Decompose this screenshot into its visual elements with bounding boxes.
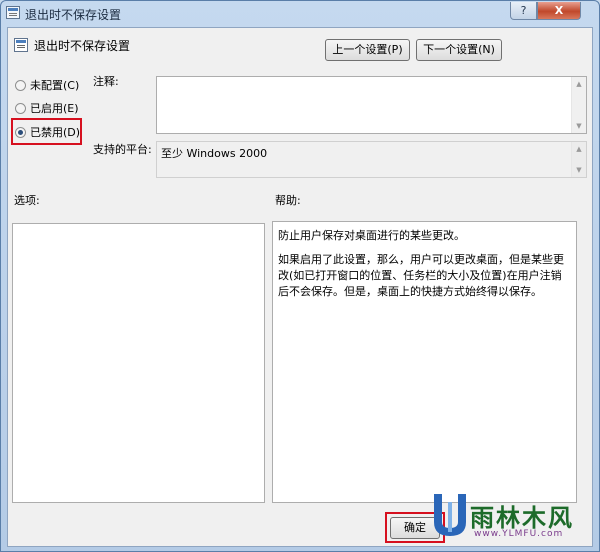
scroll-down-arrow-icon[interactable]: ▼ (572, 119, 586, 133)
comment-textarea[interactable]: ▲ ▼ (156, 76, 587, 134)
comment-scrollbar[interactable]: ▲ ▼ (571, 77, 586, 133)
scroll-down-arrow-icon[interactable]: ▼ (572, 163, 586, 177)
radio-not-configured-label: 未配置(C) (30, 79, 80, 92)
options-panel (12, 223, 265, 503)
watermark-brand: 雨林木风 (470, 504, 574, 532)
close-button[interactable]: X (537, 2, 581, 20)
radio-enabled-circle[interactable] (15, 103, 26, 114)
radio-enabled[interactable]: 已启用(E) (15, 100, 85, 116)
help-label: 帮助: (275, 194, 301, 207)
radio-not-configured-circle[interactable] (15, 80, 26, 91)
highlight-disabled-option (11, 118, 82, 145)
options-label: 选项: (14, 194, 40, 207)
scroll-up-arrow-icon[interactable]: ▲ (572, 142, 586, 156)
watermark-url: www.YLMFU.com (474, 529, 564, 539)
supported-platform-value: 至少 Windows 2000 (161, 147, 268, 160)
help-button[interactable]: ? (510, 2, 537, 20)
policy-setting-icon (6, 6, 20, 19)
scroll-up-arrow-icon[interactable]: ▲ (572, 77, 586, 91)
next-setting-button[interactable]: 下一个设置(N) (416, 39, 502, 61)
setting-name: 退出时不保存设置 (34, 39, 131, 53)
title-bar[interactable]: 退出时不保存设置 ? X (1, 1, 599, 25)
window-title: 退出时不保存设置 (25, 8, 122, 22)
comment-label: 注释: (93, 75, 119, 88)
supported-platform-label: 支持的平台: (93, 143, 152, 156)
watermark: 雨林木风 www.YLMFU.com (430, 492, 588, 544)
dialog-window: 退出时不保存设置 ? X 退出时不保存设置 上一个设置(P) 下一个设置(N) … (0, 0, 600, 552)
setting-icon (14, 38, 28, 52)
radio-not-configured[interactable]: 未配置(C) (15, 77, 85, 93)
radio-enabled-label: 已启用(E) (30, 102, 79, 115)
supported-platform-field: 至少 Windows 2000 ▲ ▼ (156, 141, 587, 178)
help-paragraph: 如果启用了此设置，那么，用户可以更改桌面，但是某些更改(如已打开窗口的位置、任务… (278, 253, 564, 298)
watermark-logo-icon (434, 494, 466, 536)
help-paragraph: 防止用户保存对桌面进行的某些更改。 (278, 229, 465, 242)
dialog-client-area: 退出时不保存设置 上一个设置(P) 下一个设置(N) 未配置(C) 已启用(E)… (7, 27, 593, 547)
platform-scrollbar[interactable]: ▲ ▼ (571, 142, 586, 177)
previous-setting-button[interactable]: 上一个设置(P) (325, 39, 410, 61)
help-panel: 防止用户保存对桌面进行的某些更改。 如果启用了此设置，那么，用户可以更改桌面，但… (272, 221, 577, 503)
